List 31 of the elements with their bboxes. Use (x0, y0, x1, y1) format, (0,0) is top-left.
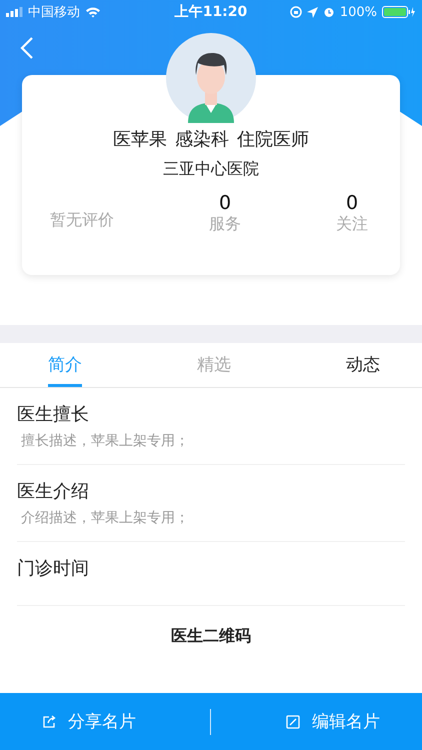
location-icon (306, 6, 318, 18)
section-title: 医生擅长 (17, 403, 90, 426)
stat-value: 0 (218, 192, 232, 214)
bottom-button[interactable]: 分享名片 (32, 704, 146, 739)
tab[interactable]: 动态 (346, 343, 380, 387)
alarm-icon (322, 6, 335, 18)
battery-percent: 100% (340, 4, 377, 20)
carrier-name: 中国移动 (28, 4, 80, 21)
section-description: 介绍描述，苹果上架专用； (20, 509, 190, 527)
battery-icon (382, 6, 416, 18)
rotation-lock-icon (290, 6, 302, 18)
status-time: 上午11:20 (174, 3, 248, 21)
section-title: 门诊时间 (17, 557, 90, 580)
wifi-icon (85, 6, 101, 18)
bottom-button[interactable]: 编辑名片 (276, 704, 390, 739)
edit-icon (286, 714, 300, 728)
hospital-name: 三亚中心医院 (163, 159, 259, 180)
stat-label: 关注 (336, 214, 368, 235)
signal-icon (6, 7, 23, 17)
stat-value: 0 (346, 192, 358, 214)
share-icon (42, 714, 56, 728)
tab[interactable]: 简介 (48, 343, 82, 387)
rating-text: 暂无评价 (50, 210, 114, 231)
back-icon[interactable] (20, 36, 34, 60)
doctor-title: 住院医师 (237, 128, 309, 151)
department: 感染科 (175, 128, 229, 151)
stat-label: 服务 (209, 214, 241, 235)
qr-code-link[interactable]: 医生二维码 (171, 626, 251, 647)
doctor-name: 医苹果 (113, 128, 167, 151)
section-description: 擅长描述，苹果上架专用； (20, 432, 190, 450)
section-title: 医生介绍 (17, 480, 90, 503)
